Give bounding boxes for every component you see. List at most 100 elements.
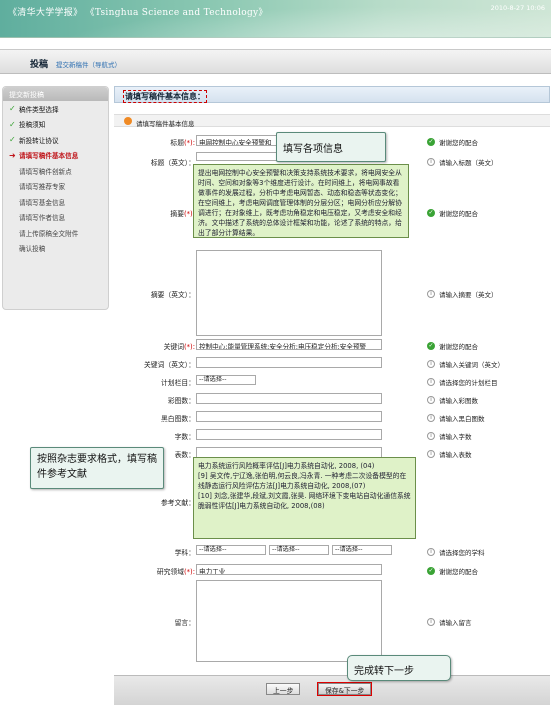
page-bar: 投稿 提交新稿件（导航式） <box>0 49 551 74</box>
sidebar-item-label: 投稿须知 <box>19 121 46 130</box>
sidebar-item[interactable]: 请填写推荐专家 <box>3 179 108 195</box>
field-input[interactable]: 电力工业 <box>196 564 382 575</box>
bw-fig-input[interactable] <box>196 411 382 422</box>
form-subheader-text: 请填写稿件基本信息 <box>136 120 195 128</box>
sidebar-item-label: 请填写作者信息 <box>19 214 66 223</box>
message-label: 留言： <box>174 619 195 627</box>
sidebar-item-label: 请填写稿件基本信息 <box>19 152 79 161</box>
keywords-hint: ✓ 谢谢您的配合 <box>427 342 478 351</box>
abstract-hint: ✓ 谢谢您的配合 <box>427 209 478 218</box>
info-icon: i <box>427 618 435 626</box>
words-label: 字数： <box>174 433 195 441</box>
sidebar-item-label: 确认投稿 <box>19 245 46 254</box>
sidebar: 提交新投稿 ✓ 稿件类型选择 ✓ 投稿须知 ✓ 新投转让协议 ➜ 请填写稿件基本信息 请… <box>2 86 109 310</box>
abstract-en-textarea[interactable] <box>196 250 382 336</box>
sidebar-item[interactable]: ✓ 投稿须知 <box>3 117 108 133</box>
callout-fill-info: 填写各项信息 <box>276 132 386 162</box>
subject-select-2[interactable]: --请选择-- <box>269 545 329 555</box>
sidebar-item-label: 请填写基金信息 <box>19 198 66 207</box>
ok-icon: ✓ <box>427 342 435 350</box>
top-strip <box>0 39 551 48</box>
abstract-label: 摘要(*): <box>170 210 195 218</box>
sidebar-item-label: 请填写推荐专家 <box>19 183 66 192</box>
callout-refs: 按照杂志要求格式，填写稿件参考文献 <box>30 447 164 489</box>
refs-text-overlay: 电力系统运行风险概率评估[J]电力系统自动化, 2008, (04) [9] 吴… <box>193 457 416 539</box>
subject-label: 学科： <box>174 549 195 557</box>
subject-select-3[interactable]: --请选择-- <box>332 545 392 555</box>
bw-fig-label: 黑白图数： <box>161 415 195 423</box>
sidebar-item-current[interactable]: ➜ 请填写稿件基本信息 <box>3 148 108 164</box>
keywords-label: 关键词(*): <box>163 343 195 351</box>
abstract-text-overlay: 提出电网控制中心安全预警和决策支持系统技术要求，将电网安全从时间、空间和对象等3… <box>193 164 409 238</box>
sidebar-item-label: 新投转让协议 <box>19 136 59 145</box>
page-title: 投稿 <box>30 60 49 70</box>
title-hint: ✓ 谢谢您的配合 <box>427 138 478 147</box>
form-subheader: 请填写稿件基本信息 <box>114 114 550 128</box>
keywords-en-label: 关键词（英文）： <box>144 361 195 369</box>
header-date: 2010-8-27 10:06 <box>490 4 545 12</box>
color-fig-label: 彩图数： <box>167 397 195 405</box>
column-hint: i 请选择您的计划栏目 <box>427 377 498 387</box>
keywords-input[interactable]: 控制中心;能量管理系统;安全分析;电压稳定分析;安全预警 <box>196 339 382 350</box>
tables-hint: i 请输入表数 <box>427 449 472 459</box>
field-hint: ✓ 谢谢您的配合 <box>427 567 478 576</box>
ok-icon: ✓ <box>427 567 435 575</box>
info-icon: i <box>427 548 435 556</box>
site-title: 《清华大学学报》 《Tsinghua Science and Technolog… <box>8 8 268 18</box>
check-icon: ✓ <box>9 135 16 145</box>
refs-label: 参考文献： <box>161 499 195 507</box>
sidebar-item[interactable]: 确认投稿 <box>3 241 108 257</box>
column-label: 计划栏目： <box>161 379 195 387</box>
form-header-title: 请填写稿件基本信息： <box>123 90 207 103</box>
sidebar-item-label: 请上传原稿全文附件 <box>19 229 79 238</box>
prev-button[interactable]: 上一步 <box>266 683 301 695</box>
sidebar-item[interactable]: 请填写基金信息 <box>3 194 108 210</box>
info-icon: i <box>427 360 435 368</box>
info-icon: i <box>427 396 435 404</box>
check-icon: ✓ <box>9 104 16 114</box>
sidebar-item-label: 请填写稿件创新点 <box>19 167 72 176</box>
sidebar-head: 提交新投稿 <box>3 87 108 101</box>
message-hint: i 请输入留言 <box>427 617 472 627</box>
subject-select-1[interactable]: --请选择-- <box>196 545 266 555</box>
info-icon: i <box>427 378 435 386</box>
save-next-button[interactable]: 保存&下一步 <box>316 682 373 696</box>
form-header: 请填写稿件基本信息： <box>114 86 550 103</box>
color-fig-hint: i 请输入彩图数 <box>427 395 478 405</box>
words-hint: i 请输入字数 <box>427 431 472 441</box>
ok-icon: ✓ <box>427 138 435 146</box>
message-textarea[interactable] <box>196 580 382 662</box>
info-icon: i <box>427 290 435 298</box>
site-header: 《清华大学学报》 《Tsinghua Science and Technolog… <box>0 0 551 38</box>
bw-fig-hint: i 请输入黑白图数 <box>427 413 485 423</box>
info-icon: i <box>427 450 435 458</box>
keywords-en-input[interactable] <box>196 357 382 368</box>
keywords-en-hint: i 请输入关键词（英文） <box>427 359 504 369</box>
info-icon: i <box>427 432 435 440</box>
sidebar-item-label: 稿件类型选择 <box>19 105 59 114</box>
ok-icon: ✓ <box>427 209 435 217</box>
title-en-label: 标题（英文）： <box>150 159 195 167</box>
sidebar-item[interactable]: 请填写稿件创新点 <box>3 163 108 179</box>
sidebar-item[interactable]: ✓ 新投转让协议 <box>3 132 108 148</box>
form-footer: 上一步 保存&下一步 <box>114 675 550 705</box>
info-icon: i <box>427 414 435 422</box>
title-label: 标题(*): <box>170 139 195 147</box>
breadcrumb[interactable]: 提交新稿件（导航式） <box>56 59 121 69</box>
field-label: 研究领域(*): <box>156 568 195 576</box>
abstract-en-hint: i 请输入摘要（英文） <box>427 289 498 299</box>
info-icon <box>124 117 132 125</box>
tables-label: 表数： <box>174 451 195 459</box>
sidebar-item[interactable]: 请填写作者信息 <box>3 210 108 226</box>
column-select[interactable]: --请选择-- <box>196 375 256 385</box>
sidebar-item[interactable]: 请上传原稿全文附件 <box>3 225 108 241</box>
title-en-hint: i 请输入标题（英文） <box>427 157 498 167</box>
sidebar-item[interactable]: ✓ 稿件类型选择 <box>3 101 108 117</box>
abstract-en-label: 摘要（英文）： <box>150 291 195 299</box>
color-fig-input[interactable] <box>196 393 382 404</box>
callout-next-step: 完成转下一步 <box>347 655 451 681</box>
words-input[interactable] <box>196 429 382 440</box>
subject-hint: i 请选择您的学科 <box>427 547 485 557</box>
check-icon: ✓ <box>9 119 16 129</box>
arrow-icon: ➜ <box>9 150 16 160</box>
